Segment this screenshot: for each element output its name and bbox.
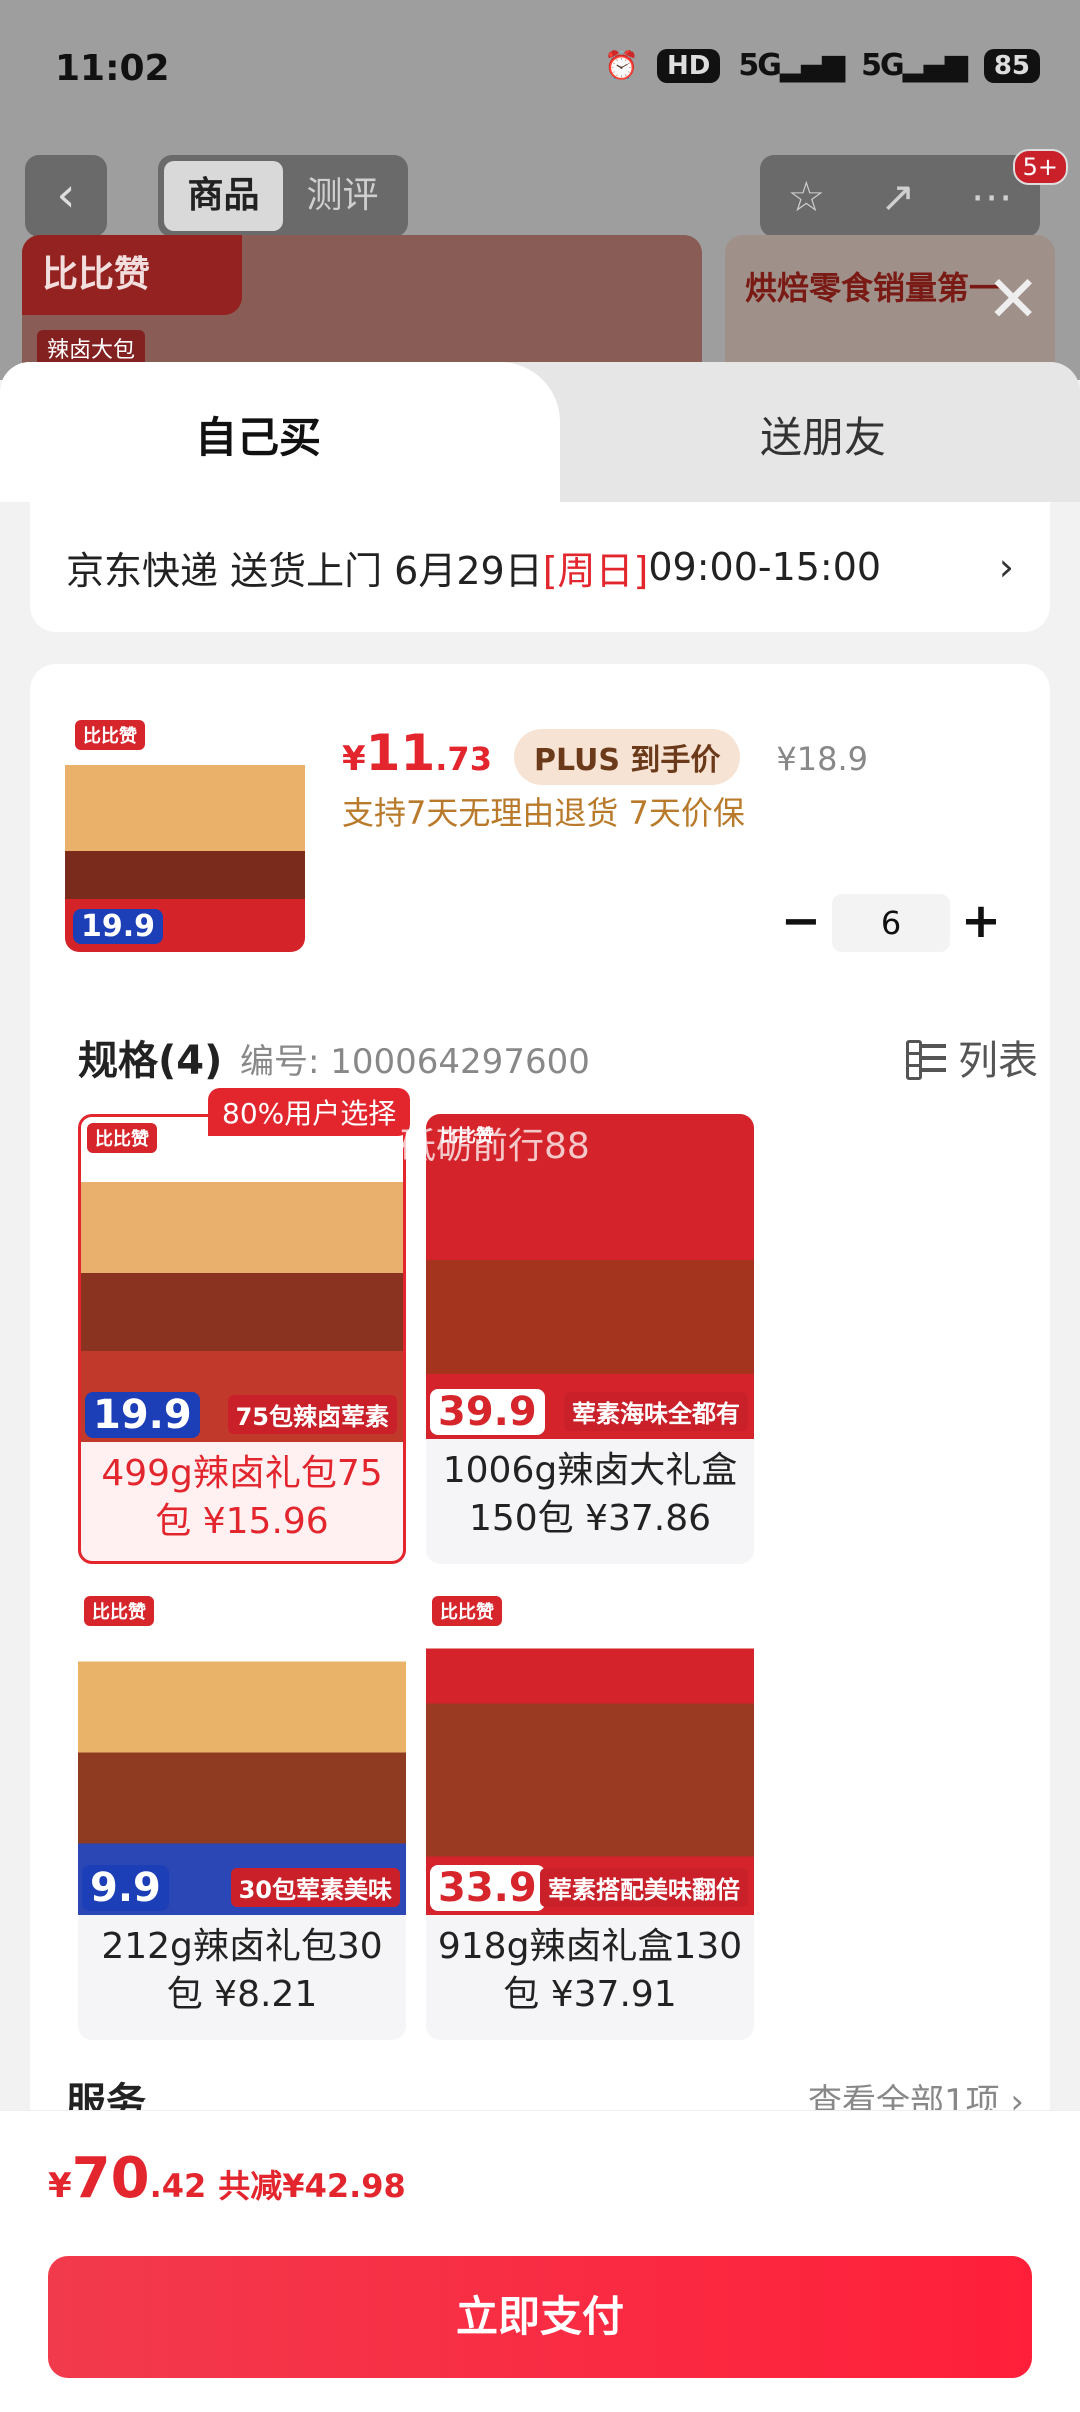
sku-option-3[interactable]: 比比赞 9.9 30包荤素美味 212g辣卤礼包30包 ¥8.21 [78,1590,406,2040]
sku-image-price: 39.9 [430,1389,545,1435]
banner-image-main: 比比赞 辣卤大包 [22,235,702,380]
service-guarantee: 支持7天无理由退货 7天价保 [342,794,745,832]
sku-image-caption: 75包辣卤荤素 [227,1395,397,1434]
message-badge: 5+ [1012,149,1068,185]
thumb-price-tag: 19.9 [73,909,164,944]
delivery-text: 京东快递 送货上门 6月29日 [66,548,543,593]
sku-option-2[interactable]: 比比赞 39.9 荤素海味全都有 1006g辣卤大礼盒150包 ¥37.86 [426,1114,754,1564]
checkout-footer: ¥ 70 .42 共减¥42.98 立即支付 [0,2110,1080,2412]
original-price: ¥18.9 [776,740,869,778]
tab-review[interactable]: 测评 [283,161,402,231]
pay-now-button[interactable]: 立即支付 [48,2256,1032,2378]
price-integer: 11 [365,724,436,782]
sku-name: 212g辣卤礼包30包 ¥8.21 [101,1926,383,2015]
sku-option-1[interactable]: 比比赞 19.9 75包辣卤荤素 499g辣卤礼包75包 ¥15.96 [78,1114,406,1564]
sku-brand-logo: 比比赞 [432,1596,502,1626]
price-decimal: .73 [435,740,492,778]
sku-image-price: 19.9 [85,1392,200,1438]
status-bar: 11:02 ⏰ HD 5G▂▄▆ 5G▂▄▆ 85 [0,0,1080,140]
list-label: 列表 [958,1038,1038,1084]
popular-choice-tag: 80%用户选择 [208,1088,411,1136]
minus-button[interactable]: − [770,892,832,954]
signal-icon-2: 5G▂▄▆ [861,48,968,83]
back-icon: ‹ [56,167,76,223]
product-thumbnail: 比比赞 19.9 [65,712,305,952]
sku-name: 499g辣卤礼包75包 ¥15.96 [101,1453,383,1542]
sku-name: 918g辣卤礼盒130包 ¥37.91 [437,1926,743,2015]
purchase-mode-tabs: 自己买 送朋友 [0,362,1080,502]
sku-image-4: 比比赞 33.9 荤素搭配美味翻倍 [426,1590,754,1915]
sku-name: 1006g辣卤大礼盒150包 ¥37.86 [442,1450,738,1539]
delivery-time: 09:00-15:00 [648,545,882,589]
background-page: 11:02 ⏰ HD 5G▂▄▆ 5G▂▄▆ 85 ‹ 商品 测评 ☆ ↗ ⋯ … [0,0,1080,380]
hd-icon: HD [657,48,721,83]
delivery-day: [周日] [542,548,649,593]
sku-image-price: 33.9 [430,1865,545,1911]
product-code: 编号: 100064297600 [240,1042,590,1082]
quantity-value[interactable]: 6 [832,894,950,952]
status-icons: ⏰ HD 5G▂▄▆ 5G▂▄▆ 85 [604,48,1040,83]
sku-image-caption: 30包荤素美味 [230,1868,400,1907]
sku-brand-logo: 比比赞 [87,1123,157,1153]
battery-icon: 85 [983,48,1040,83]
tab-buy-self[interactable]: 自己买 [195,404,321,465]
total-currency: ¥ [48,2166,72,2206]
spec-title: 规格(4) [78,1038,223,1084]
thumb-brand-logo: 比比赞 [75,720,145,750]
price-line: ¥ 11 .73 PLUS 到手价 ¥18.9 [342,724,868,785]
product-tabs: 商品 测评 [158,155,408,237]
price-currency: ¥ [342,739,366,779]
top-nav: ‹ 商品 测评 ☆ ↗ ⋯ 5+ [0,149,1080,237]
banner-label: 辣卤大包 [37,330,146,366]
total-decimal: .42 [149,2167,207,2205]
tab-product[interactable]: 商品 [164,161,283,231]
chevron-right-icon: › [998,545,1014,589]
list-icon [906,1038,946,1080]
tab-gift-friend[interactable]: 送朋友 [760,404,886,465]
sku-image-caption: 荤素搭配美味翻倍 [540,1868,748,1907]
product-banner: 比比赞 辣卤大包 烘焙零食销量第一 [0,235,1080,380]
share-icon[interactable]: ↗ [880,172,915,221]
watermark-text: 砥砺前行88 [400,1126,590,1167]
sku-brand-logo: 比比赞 [84,1596,154,1626]
purchase-sheet: 自己买 送朋友 京东快递 送货上门 6月29日 [周日] 09:00-15:00… [0,362,1080,2412]
favorite-icon[interactable]: ☆ [788,172,826,221]
total-price: ¥ 70 .42 共减¥42.98 [48,2146,406,2211]
sku-image-3: 比比赞 9.9 30包荤素美味 [78,1590,406,1915]
back-button[interactable]: ‹ [25,155,107,237]
sku-image-caption: 荤素海味全都有 [564,1392,748,1431]
delivery-row[interactable]: 京东快递 送货上门 6月29日 [周日] 09:00-15:00 › [30,502,1050,632]
quantity-stepper: − 6 + [770,892,1030,954]
brand-logo: 比比赞 [22,235,242,315]
sku-option-4[interactable]: 比比赞 33.9 荤素搭配美味翻倍 918g辣卤礼盒130包 ¥37.91 [426,1590,754,2040]
alarm-icon: ⏰ [604,49,640,82]
sku-image-price: 9.9 [82,1865,169,1911]
total-integer: 70 [71,2146,150,2211]
header-actions: ☆ ↗ ⋯ [760,155,1040,237]
signal-icon-1: 5G▂▄▆ [738,48,845,83]
close-icon[interactable]: ✕ [986,268,1040,332]
spec-header: 规格(4) 编号: 100064297600 列表 [78,1024,1038,1084]
plus-button[interactable]: + [950,892,1012,954]
total-saving: 共减¥42.98 [218,2167,406,2205]
more-icon[interactable]: ⋯ [970,172,1012,221]
sku-image-1: 比比赞 19.9 75包辣卤荤素 [81,1117,403,1442]
status-time: 11:02 [55,48,170,89]
plus-price-badge: PLUS 到手价 [513,729,741,785]
list-view-toggle[interactable]: 列表 [906,1028,1038,1086]
